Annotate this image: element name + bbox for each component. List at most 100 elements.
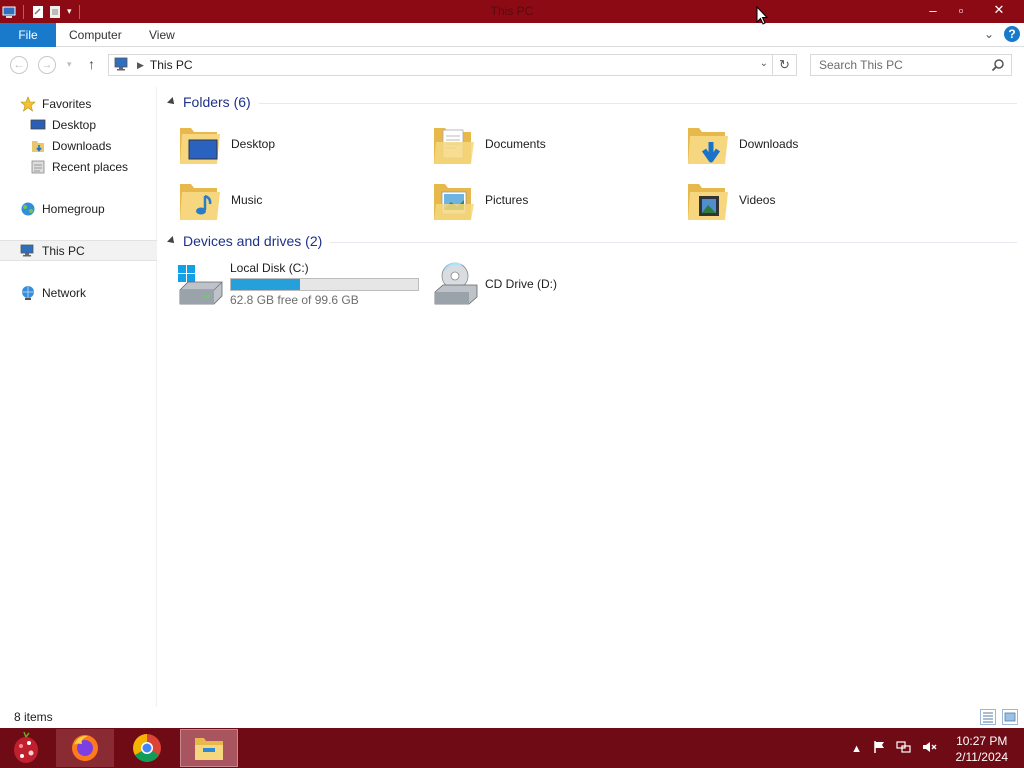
group-divider [330,241,1017,243]
details-view-icon [983,712,993,723]
drive-free-space: 62.8 GB free of 99.6 GB [230,293,359,307]
up-arrow-icon: ↑ [88,56,95,72]
hard-drive-icon [176,260,226,308]
refresh-icon: ↻ [779,57,790,72]
breadcrumb-chevron-icon[interactable]: ▶ [137,60,144,71]
minimize-button[interactable]: – [918,0,948,20]
firefox-icon [72,735,98,761]
desktop-icon [30,117,46,133]
sidebar-item-label: Favorites [42,96,92,111]
window-title: This PC [490,4,534,18]
details-view-button[interactable] [980,709,996,725]
taskbar: ▲ 10:27 PM 2/11/2024 [0,728,1024,768]
drive-label: CD Drive (D:) [485,277,557,291]
minimize-icon: – [929,2,937,18]
address-bar[interactable]: ▶ This PC ⌄ [108,54,773,76]
mouse-cursor-icon [756,6,768,25]
folder-label: Documents [485,137,546,151]
tab-view[interactable]: View [149,23,175,47]
start-button[interactable] [0,728,52,768]
title-bar: ▾ This PC – ▫ ✕ [0,0,1024,23]
sidebar-item-label: Network [42,285,87,300]
folder-tile-documents[interactable]: Documents [431,117,671,171]
volume-muted-icon[interactable] [922,740,938,757]
folder-tile-downloads[interactable]: Downloads [685,117,925,171]
start-orb-icon [14,731,38,763]
navigation-pane: Favorites Desktop Downloads Recent place… [0,87,157,707]
item-count: 8 items [14,710,53,724]
collapse-group-icon[interactable] [167,236,177,246]
taskbar-app-file-explorer[interactable] [180,729,238,767]
drive-tile-cd-drive[interactable]: CD Drive (D:) [431,257,557,311]
sidebar-item-desktop[interactable]: Desktop [0,114,157,135]
search-box[interactable] [810,54,1012,76]
close-button[interactable]: ✕ [976,0,1022,20]
drive-label: Local Disk (C:) [230,261,309,275]
forward-button[interactable]: → [38,56,56,74]
sidebar-item-downloads[interactable]: Downloads [0,135,157,156]
folder-label: Music [231,193,263,207]
downloads-icon [30,138,46,154]
folder-label: Pictures [485,193,529,207]
sidebar-item-favorites[interactable]: Favorites [0,93,157,114]
drive-usage-bar [230,278,419,291]
back-button[interactable]: ← [10,56,28,74]
file-explorer-icon [195,738,223,760]
refresh-button[interactable]: ↻ [773,54,797,76]
expand-ribbon-chevron-icon[interactable]: ⌄ [984,27,994,41]
network-status-icon[interactable] [896,740,912,757]
sidebar-item-homegroup[interactable]: Homegroup [0,198,157,219]
sidebar-item-this-pc[interactable]: This PC [0,240,157,261]
sidebar-item-label: Homegroup [42,201,105,216]
up-button[interactable]: ↑ [88,56,95,72]
group-title: Devices and drives (2) [183,233,323,249]
action-center-flag-icon[interactable] [872,740,886,757]
taskbar-app-firefox[interactable] [56,729,114,767]
desktop-folder-icon [177,120,225,168]
sidebar-item-network[interactable]: Network [0,282,157,303]
computer-icon [20,243,36,259]
drive-tile-local-disk[interactable]: Local Disk (C:) 62.8 GB free of 99.6 GB [176,257,419,311]
computer-icon [113,57,131,74]
group-header-folders[interactable]: Folders (6) [165,92,1017,112]
show-hidden-icons-icon[interactable]: ▲ [851,743,862,755]
maximize-button[interactable]: ▫ [946,0,976,20]
sidebar-item-label: Downloads [52,138,112,153]
collapse-group-icon[interactable] [167,97,177,107]
homegroup-icon [20,201,36,217]
videos-folder-icon [685,176,733,224]
sidebar-item-label: Recent places [52,159,129,174]
sidebar-item-recent-places[interactable]: Recent places [0,156,157,177]
help-icon[interactable]: ? [1004,26,1020,42]
recent-places-icon [30,159,46,175]
folder-tile-desktop[interactable]: Desktop [177,117,417,171]
search-input[interactable] [819,58,989,72]
maximize-icon: ▫ [958,2,964,18]
taskbar-app-chrome[interactable] [118,729,176,767]
folder-label: Desktop [231,137,276,151]
folder-tile-videos[interactable]: Videos [685,173,925,227]
star-icon [20,95,36,112]
folder-label: Downloads [739,137,799,151]
sidebar-item-label: Desktop [52,117,97,132]
group-title: Folders (6) [183,94,251,110]
music-folder-icon [177,176,225,224]
navigation-bar: ← → ▾ ↑ ▶ This PC ⌄ ↻ [0,47,1024,83]
group-header-drives[interactable]: Devices and drives (2) [165,231,1017,251]
tab-file[interactable]: File [0,23,56,47]
network-icon [20,285,36,301]
forward-arrow-icon: → [41,59,53,71]
folder-tile-pictures[interactable]: Pictures [431,173,671,227]
sidebar-item-label: This PC [42,243,85,258]
recent-locations-chevron-icon[interactable]: ▾ [67,59,72,70]
address-history-chevron-icon[interactable]: ⌄ [760,58,768,69]
tab-computer[interactable]: Computer [69,23,122,47]
breadcrumb[interactable]: This PC [150,58,193,72]
search-icon[interactable] [991,58,1005,75]
downloads-folder-icon [685,120,733,168]
clock-time: 10:27 PM [956,734,1008,748]
folder-tile-music[interactable]: Music [177,173,417,227]
documents-folder-icon [431,120,479,168]
clock[interactable]: 10:27 PM 2/11/2024 [956,733,1009,765]
large-icons-view-button[interactable] [1002,709,1018,725]
